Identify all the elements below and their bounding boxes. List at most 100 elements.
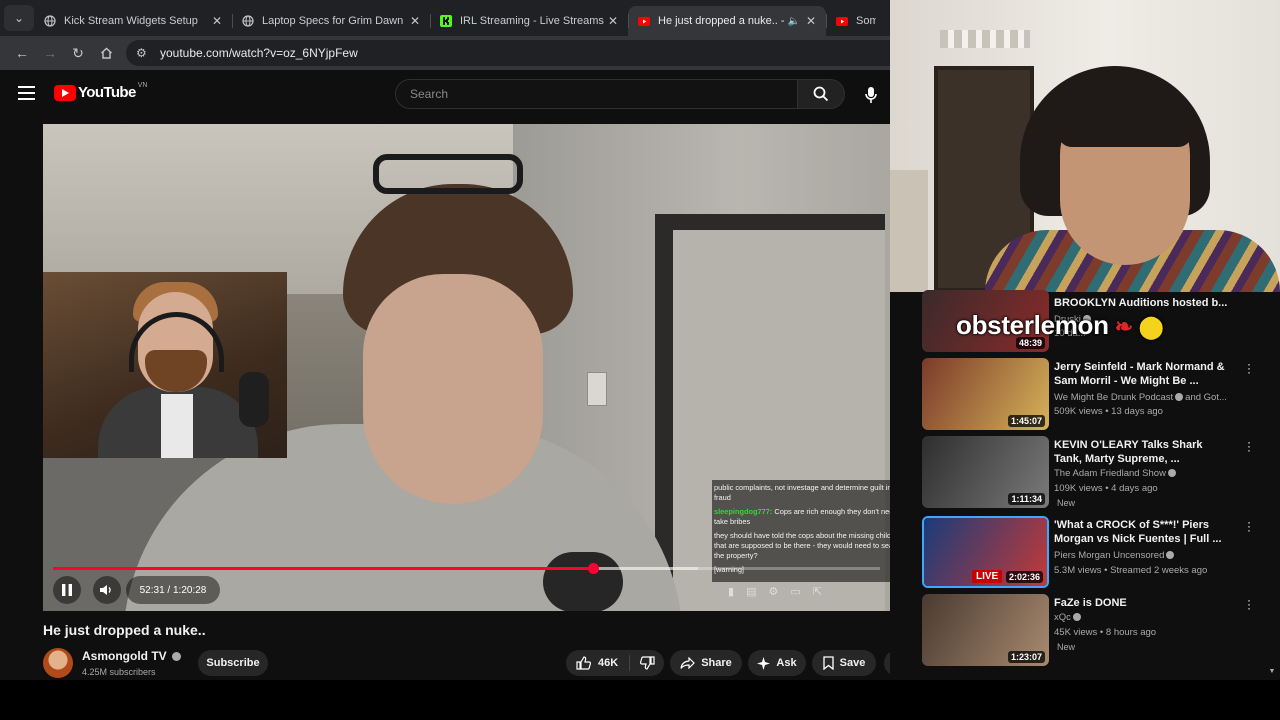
youtube-icon [638, 15, 650, 27]
theater-mode-icon[interactable]: ▭ [790, 585, 800, 598]
scrubber-handle[interactable] [588, 563, 600, 574]
video-thumbnail[interactable]: 1:45:07 [922, 358, 1049, 430]
chat-message: sleepingdog777: Cops are rich enough the… [714, 507, 890, 526]
thumbs-up-icon [576, 656, 591, 670]
bookmark-icon [822, 656, 834, 670]
site-settings-icon[interactable]: ⚙ [136, 46, 150, 60]
verified-badge-icon [1167, 469, 1176, 477]
ask-label: Ask [776, 657, 797, 669]
scroll-down-arrow-icon[interactable]: ▼ [1267, 668, 1277, 678]
tab-title: He just dropped a nuke.. - Y [658, 15, 784, 27]
more-vertical-icon[interactable]: · · · [1244, 516, 1254, 536]
youtube-masthead: YouTube VN Search [0, 70, 890, 122]
url-bar[interactable]: ⚙ youtube.com/watch?v=oz_6NYjpFew [126, 40, 890, 66]
recommended-video[interactable]: 1:11:34 KEVIN O'LEARY Talks Shark Tank, … [922, 436, 1262, 508]
youtube-icon [836, 15, 848, 27]
like-button[interactable]: 46K [566, 655, 630, 671]
close-tab-icon[interactable]: ✕ [210, 14, 224, 28]
channel-name[interactable]: Asmongold TV [82, 649, 181, 663]
close-tab-icon[interactable]: ✕ [804, 14, 818, 28]
video-thumbnail[interactable]: LIVE 2:02:36 [922, 516, 1049, 588]
channel-avatar[interactable] [43, 648, 73, 678]
video-title: BROOKLYN Auditions hosted b... [1054, 297, 1228, 309]
subscribe-button[interactable]: Subscribe [198, 650, 268, 676]
video-meta: 5.3M views • Streamed 2 weeks ago [1054, 565, 1208, 576]
forward-arrow-icon[interactable]: → [36, 39, 64, 67]
captions-icon[interactable]: ▤ [746, 585, 756, 598]
progress-bar[interactable] [53, 563, 880, 574]
fullscreen-icon[interactable]: ⇱ [813, 585, 822, 598]
close-tab-icon[interactable]: ✕ [606, 14, 620, 28]
speaker-icon[interactable]: 🔈 [788, 16, 800, 27]
more-vertical-icon[interactable]: · · · [1244, 358, 1254, 378]
video-title: FaZe is DONE [1054, 597, 1127, 609]
menu-icon[interactable] [18, 86, 35, 100]
recommended-video[interactable]: 1:23:07 FaZe is DONE xQc 45K views • 8 h… [922, 594, 1262, 666]
player-right-controls: ▮ ▤ ⚙ ▭ ⇱ [718, 580, 890, 602]
recommended-video[interactable]: 1:45:07 Jerry Seinfeld - Mark Normand & … [922, 358, 1262, 430]
embedded-webcam [43, 272, 287, 458]
recommendations-sidebar: 48:39 BROOKLYN Auditions hosted b... Dru… [890, 290, 1280, 680]
share-arrow-icon [680, 657, 696, 669]
lobster-icon: ❧ [1114, 314, 1133, 339]
video-title: He just dropped a nuke.. [43, 622, 206, 638]
voice-search-button[interactable] [855, 79, 887, 111]
chat-message: ​they should have told the cops about th… [714, 531, 890, 560]
more-vertical-icon[interactable]: · · · [1244, 436, 1254, 456]
pause-icon [62, 584, 72, 596]
channel-name: Piers Morgan Uncensored [1054, 550, 1176, 561]
browser-tab-active[interactable]: He just dropped a nuke.. - Y 🔈 ✕ [628, 6, 826, 36]
verified-badge-icon [1175, 393, 1184, 401]
tab-search-icon[interactable]: ⌄ [4, 5, 34, 31]
video-player[interactable]: public complaints, not investage and det… [43, 124, 890, 611]
channel-name: The Adam Friedland Show [1054, 468, 1178, 479]
verified-badge-icon [171, 652, 181, 661]
camera-bangs [1058, 92, 1192, 147]
lemon-icon: ⬤ [1138, 314, 1164, 339]
volume-icon [100, 585, 111, 595]
search-placeholder: Search [410, 87, 449, 101]
url-text: youtube.com/watch?v=oz_6NYjpFew [160, 46, 358, 60]
video-duration: 1:45:07 [1007, 415, 1045, 427]
ask-button[interactable]: Ask [748, 650, 806, 676]
settings-gear-icon[interactable]: ⚙ [768, 585, 778, 598]
video-meta: 45K views • 8 hours ago [1054, 627, 1157, 638]
reload-icon[interactable]: ↻ [64, 39, 92, 67]
search-icon [813, 86, 829, 102]
video-meta: 109K views • 4 days ago [1054, 483, 1158, 494]
globe-icon [44, 15, 56, 27]
share-button[interactable]: Share [670, 650, 742, 676]
video-meta: 509K views • 13 days ago [1054, 406, 1163, 417]
tab-title: Kick Stream Widgets Setup [64, 15, 198, 27]
browser-tab[interactable]: IRL Streaming - Live Streams on ✕ [430, 6, 628, 36]
sparkle-icon [757, 656, 771, 670]
search-button[interactable] [797, 79, 845, 109]
more-vertical-icon[interactable]: · · · [1244, 594, 1254, 614]
browser-tab[interactable]: Laptop Specs for Grim Dawn ✕ [232, 6, 430, 36]
tab-title: Laptop Specs for Grim Dawn [262, 15, 404, 27]
volume-button[interactable] [93, 576, 121, 604]
channel-name: We Might Be Drunk Podcast and Got... [1054, 392, 1227, 403]
video-duration: 2:02:36 [1005, 571, 1043, 583]
pause-button[interactable] [53, 576, 81, 604]
video-thumbnail[interactable]: 1:11:34 [922, 436, 1049, 508]
close-tab-icon[interactable]: ✕ [408, 14, 422, 28]
autoplay-toggle-icon[interactable]: ▮ [728, 585, 734, 598]
youtube-play-icon [54, 84, 76, 101]
video-thumbnail[interactable]: 1:23:07 [922, 594, 1049, 666]
home-icon[interactable] [92, 39, 120, 67]
browser-tab[interactable]: Kick Stream Widgets Setup ✕ [34, 6, 232, 36]
video-frame-microphone [543, 552, 623, 611]
save-button[interactable]: Save [812, 650, 876, 676]
video-title: Jerry Seinfeld - Mark Normand & Sam Morr… [1054, 361, 1225, 387]
search-input[interactable]: Search [395, 79, 798, 109]
back-arrow-icon[interactable]: ← [8, 39, 36, 67]
save-label: Save [839, 657, 866, 669]
tab-title: IRL Streaming - Live Streams on [460, 15, 606, 27]
browser-tab[interactable]: SomeOr [826, 6, 884, 36]
video-title: 'What a CROCK of S***!' Piers Morgan vs … [1054, 519, 1222, 545]
recommended-video[interactable]: LIVE 2:02:36 'What a CROCK of S***!' Pie… [922, 516, 1262, 588]
dislike-button[interactable] [630, 656, 664, 670]
time-display: 52:31 / 1:20:28 [126, 576, 220, 604]
youtube-logo[interactable]: YouTube VN [54, 82, 147, 101]
